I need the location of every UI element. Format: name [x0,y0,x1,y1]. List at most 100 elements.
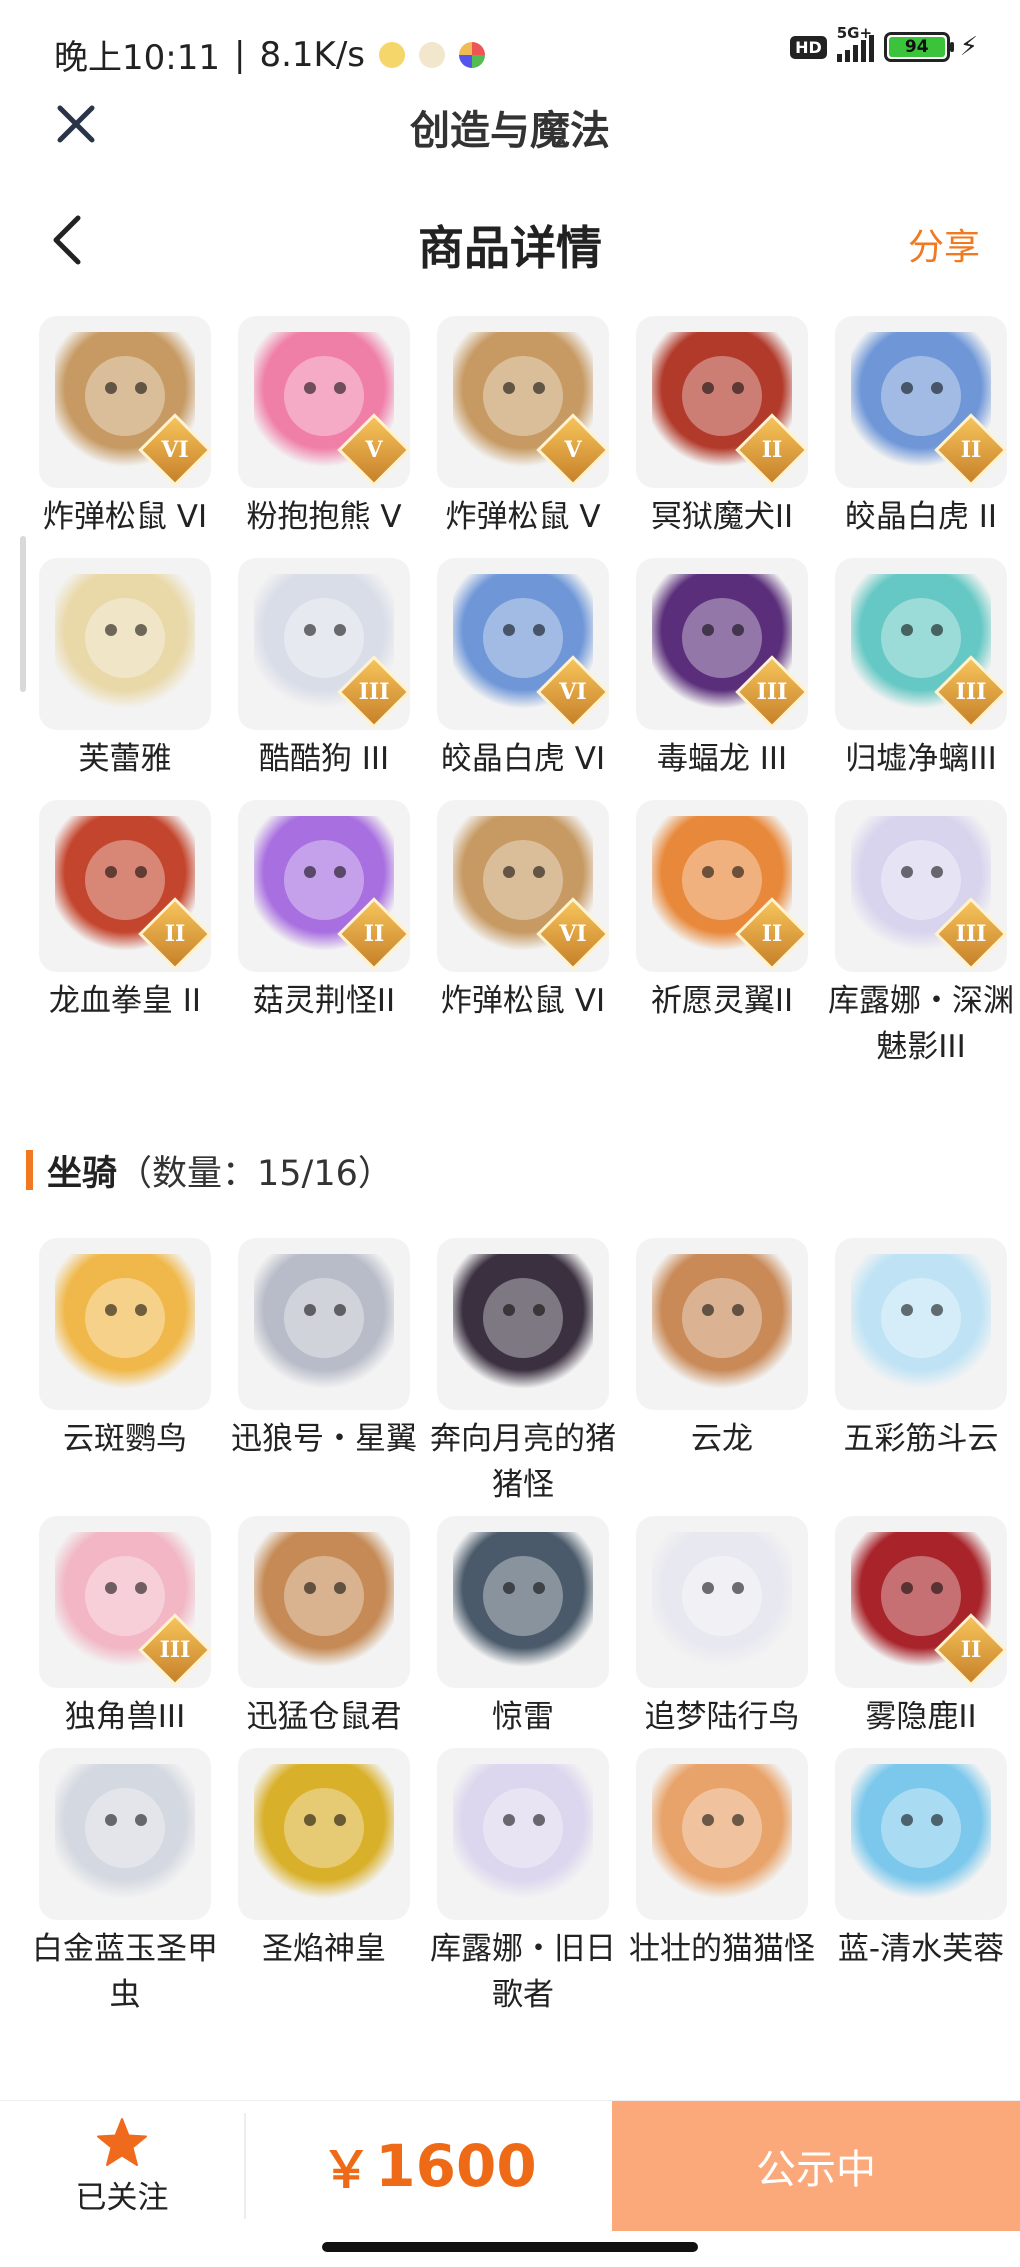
item-name: 云斑鹦鸟 [63,1421,187,1457]
character-art [652,1254,792,1394]
status-speed: 8.1K/s [259,34,365,75]
character-art [652,1532,792,1672]
mount-thumbnail [39,1748,211,1920]
mount-thumbnail [636,1748,808,1920]
item-name: 皎晶白虎 II [844,499,998,535]
pet-item[interactable]: II 菇灵荆怪II [225,800,423,1070]
mount-item[interactable]: 追梦陆行鸟 [623,1516,821,1740]
mount-item[interactable]: 惊雷 [424,1516,622,1740]
item-name: 迅狼号・星翼 [231,1421,417,1457]
pet-item[interactable]: II 祈愿灵翼II [623,800,821,1070]
pet-item[interactable]: V 粉抱抱熊 V [225,316,423,540]
mount-item[interactable]: III 独角兽III [26,1516,224,1740]
pet-thumbnail: V [437,316,609,488]
mount-item[interactable]: 壮壮的猫猫怪 [623,1748,821,2018]
price-value: 1600 [375,2132,537,2200]
mount-item[interactable]: II 雾隐鹿II [822,1516,1020,1740]
price: ￥ 1600 [246,2101,612,2231]
follow-button[interactable]: 已关注 [0,2101,244,2231]
mount-thumbnail [238,1516,410,1688]
notification-icon [379,41,405,68]
notification-icon [459,41,485,68]
pet-item[interactable]: VI 皎晶白虎 VI [424,558,622,782]
mount-item[interactable]: 奔向月亮的猪猪怪 [424,1238,622,1508]
character-art [652,1764,792,1904]
character-art [55,1764,195,1904]
pet-item[interactable]: II 龙血拳皇 II [26,800,224,1070]
item-name: 五彩筋斗云 [843,1421,999,1457]
pet-item[interactable]: 芙蕾雅 [26,558,224,782]
hd-badge: HD [790,35,827,59]
bottom-bar: 已关注 ￥ 1600 公示中 [0,2100,1020,2231]
character-art [55,1254,195,1394]
star-icon [97,2117,147,2166]
mount-item[interactable]: 云龙 [623,1238,821,1508]
mount-thumbnail [636,1238,808,1410]
character-art [453,1764,593,1904]
item-name: 皎晶白虎 VI [440,741,606,777]
pet-item[interactable]: III 毒蝠龙 III [623,558,821,782]
pet-thumbnail: III [835,800,1007,972]
pet-item[interactable]: III 酷酷狗 III [225,558,423,782]
item-name: 芙蕾雅 [78,741,172,777]
mount-thumbnail [437,1238,609,1410]
item-name: 白金蓝玉圣甲虫 [32,1931,218,2013]
page-title: 商品详情 [418,221,602,275]
character-art [851,1764,991,1904]
item-name: 迅猛仓鼠君 [246,1699,402,1735]
mount-item[interactable]: 迅狼号・星翼 [225,1238,423,1508]
mount-item[interactable]: 圣焰神皇 [225,1748,423,2018]
mount-thumbnail [39,1238,211,1410]
tier-label: VI [559,679,587,705]
mount-item[interactable]: 云斑鹦鸟 [26,1238,224,1508]
item-name: 菇灵荆怪II [252,983,396,1019]
pet-item[interactable]: III 归墟净螭III [822,558,1020,782]
tier-label: II [164,921,186,947]
item-name: 归墟净螭III [845,741,997,777]
pet-item[interactable]: VI 炸弹松鼠 VI [26,316,224,540]
app-title: 创造与魔法 [410,108,610,154]
tier-label: III [159,1637,191,1663]
pet-thumbnail: V [238,316,410,488]
tier-label: II [960,437,982,463]
tier-label: III [955,921,987,947]
battery-icon: 94 [883,32,954,62]
section-accent-bar [26,1150,33,1190]
mount-thumbnail [636,1516,808,1688]
pet-item[interactable]: II 皎晶白虎 II [822,316,1020,540]
mount-thumbnail [238,1748,410,1920]
mount-item[interactable]: 蓝-清水芙蓉 [822,1748,1020,2018]
home-indicator[interactable] [322,2242,698,2252]
app-bar: 创造与魔法 [0,90,1020,162]
pet-item[interactable]: V 炸弹松鼠 V [424,316,622,540]
share-button[interactable]: 分享 [908,218,980,270]
pet-thumbnail: II [636,800,808,972]
status-button[interactable]: 公示中 [612,2101,1020,2231]
mount-item[interactable]: 迅猛仓鼠君 [225,1516,423,1740]
item-name: 追梦陆行鸟 [644,1699,800,1735]
tier-label: II [761,921,783,947]
mount-thumbnail [238,1238,410,1410]
pets-grid: VI 炸弹松鼠 VI V 粉抱抱熊 V V 炸弹松鼠 V II 冥狱魔犬II II 皎晶白虎 II… [26,316,1014,1070]
nav-bar: 商品详情 分享 [0,200,1020,280]
mount-thumbnail [437,1748,609,1920]
character-art [254,1254,394,1394]
charging-icon: ⚡ [959,32,978,62]
mount-item[interactable]: 库露娜・旧日歌者 [424,1748,622,2018]
mount-item[interactable]: 五彩筋斗云 [822,1238,1020,1508]
notification-icon [419,41,445,68]
tier-label: V [564,437,582,463]
character-art [453,1532,593,1672]
item-name: 炸弹松鼠 V [445,499,601,535]
pet-item[interactable]: II 冥狱魔犬II [623,316,821,540]
pet-item[interactable]: III 库露娜・深渊魅影III [822,800,1020,1070]
item-name: 酷酷狗 III [258,741,390,777]
pet-thumbnail: VI [437,800,609,972]
pet-item[interactable]: VI 炸弹松鼠 VI [424,800,622,1070]
signal-icon: 5G+ [836,24,874,62]
mount-item[interactable]: 白金蓝玉圣甲虫 [26,1748,224,2018]
character-art [453,1254,593,1394]
tier-label: II [960,1637,982,1663]
item-name: 惊雷 [492,1699,554,1735]
section-header-mounts: 坐骑 （数量：15/16） [26,1148,393,1194]
